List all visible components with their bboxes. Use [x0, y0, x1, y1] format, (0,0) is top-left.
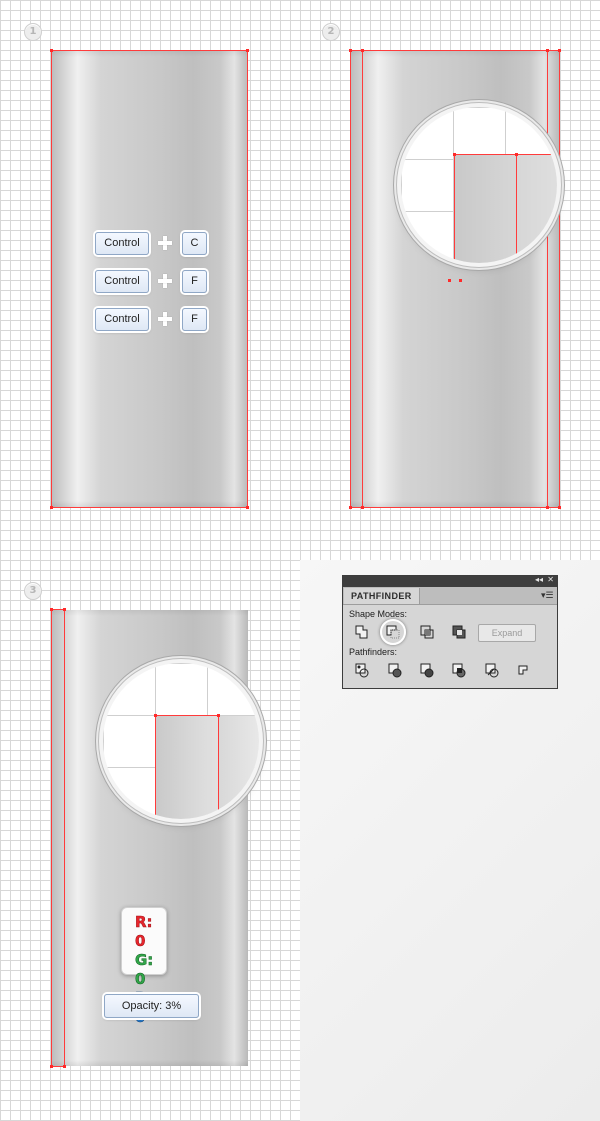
magnified-guide-left — [155, 716, 156, 819]
selection-edge-bottom — [51, 507, 248, 508]
magnified-guide-left — [454, 155, 455, 263]
magnified-anchor — [217, 714, 220, 717]
magnified-guide-inner — [516, 155, 517, 263]
rgb-red-value: R: 0 — [135, 913, 153, 951]
anchor-point[interactable] — [349, 506, 352, 509]
anchor-point[interactable] — [246, 506, 249, 509]
anchor-point[interactable] — [50, 506, 53, 509]
rgb-color-card: R: 0 G: 0 B: 0 — [121, 907, 167, 1026]
key-control: Control — [95, 232, 149, 255]
magnified-guide-top — [454, 154, 557, 155]
anchor-point[interactable] — [361, 49, 364, 52]
opacity-label: Opacity: 3% — [104, 994, 199, 1018]
magnified-cylinder-body — [219, 716, 259, 819]
exclude-icon[interactable] — [450, 623, 468, 641]
selection-edge-bottom — [350, 507, 560, 508]
anchor-point[interactable] — [546, 49, 549, 52]
anchor-point[interactable] — [50, 608, 53, 611]
tab-pathfinder[interactable]: PATHFINDER — [344, 588, 420, 604]
magnified-cylinder-edge — [454, 155, 557, 263]
magnified-anchor — [453, 153, 456, 156]
key-f: F — [182, 308, 207, 331]
unite-icon[interactable] — [353, 623, 371, 641]
magnified-cylinder-edge — [155, 716, 219, 819]
center-point — [459, 279, 462, 282]
selection-edge-top — [350, 50, 560, 51]
magnifier-lens — [103, 663, 259, 819]
intersect-icon[interactable] — [418, 623, 436, 641]
plus-icon — [158, 274, 172, 288]
selection-edge-top — [51, 50, 248, 51]
magnified-anchor — [154, 714, 157, 717]
pathfinder-panel: ◂◂ ✕ PATHFINDER ▾☰ Shape Modes: Expand P… — [342, 575, 558, 689]
anchor-point[interactable] — [50, 49, 53, 52]
anchor-point[interactable] — [246, 49, 249, 52]
selection-edge-left — [350, 51, 351, 507]
cylinder-top-shade — [52, 51, 248, 57]
outline-icon[interactable] — [483, 661, 501, 679]
key-f: F — [182, 270, 207, 293]
trim-icon[interactable] — [386, 661, 404, 679]
anchor-point[interactable] — [50, 1065, 53, 1068]
cylinder-bottom-shade — [52, 1060, 248, 1066]
key-c: C — [182, 232, 207, 255]
anchor-point[interactable] — [63, 1065, 66, 1068]
expand-button[interactable]: Expand — [478, 624, 536, 642]
divide-icon[interactable] — [353, 661, 371, 679]
selection-edge-inner — [64, 610, 65, 1066]
selection-edge-left — [51, 610, 52, 1066]
plus-icon — [158, 236, 172, 250]
panel-titlebar[interactable]: ◂◂ ✕ — [343, 574, 557, 587]
center-point — [448, 279, 451, 282]
selection-edge-inner-left — [362, 51, 363, 507]
anchor-point[interactable] — [558, 506, 561, 509]
panel-menu-icon[interactable]: ▾☰ — [541, 590, 554, 600]
magnified-anchor — [515, 153, 518, 156]
pathfinders-label: Pathfinders: — [349, 647, 398, 657]
anchor-point[interactable] — [361, 506, 364, 509]
magnified-guide-top — [155, 715, 219, 716]
panel-tab-row: PATHFINDER ▾☰ — [343, 587, 557, 605]
anchor-point[interactable] — [349, 49, 352, 52]
step-badge-2: 2 — [322, 23, 340, 41]
anchor-point[interactable] — [558, 49, 561, 52]
magnified-guide-inner — [218, 716, 219, 819]
cylinder-top-shade — [351, 51, 559, 57]
plus-icon — [158, 312, 172, 326]
anchor-point[interactable] — [546, 506, 549, 509]
selection-edge-right — [559, 51, 560, 507]
double-arrow-icon[interactable]: ◂◂ — [535, 574, 543, 586]
minus-front-icon[interactable] — [384, 623, 402, 641]
step-badge-3: 3 — [24, 582, 42, 600]
shape-modes-label: Shape Modes: — [349, 609, 408, 619]
key-control: Control — [95, 308, 149, 331]
selection-edge-left — [51, 51, 52, 507]
magnifier-lens — [401, 107, 557, 263]
rgb-green-value: G: 0 — [135, 951, 154, 989]
selection-edge-right — [247, 51, 248, 507]
close-icon[interactable]: ✕ — [547, 574, 554, 586]
merge-icon[interactable] — [418, 661, 436, 679]
anchor-point[interactable] — [63, 608, 66, 611]
cylinder-top-shade — [52, 610, 248, 616]
key-control: Control — [95, 270, 149, 293]
crop-icon[interactable] — [450, 661, 468, 679]
step-badge-1: 1 — [24, 23, 42, 41]
minus-back-icon[interactable] — [514, 661, 532, 679]
